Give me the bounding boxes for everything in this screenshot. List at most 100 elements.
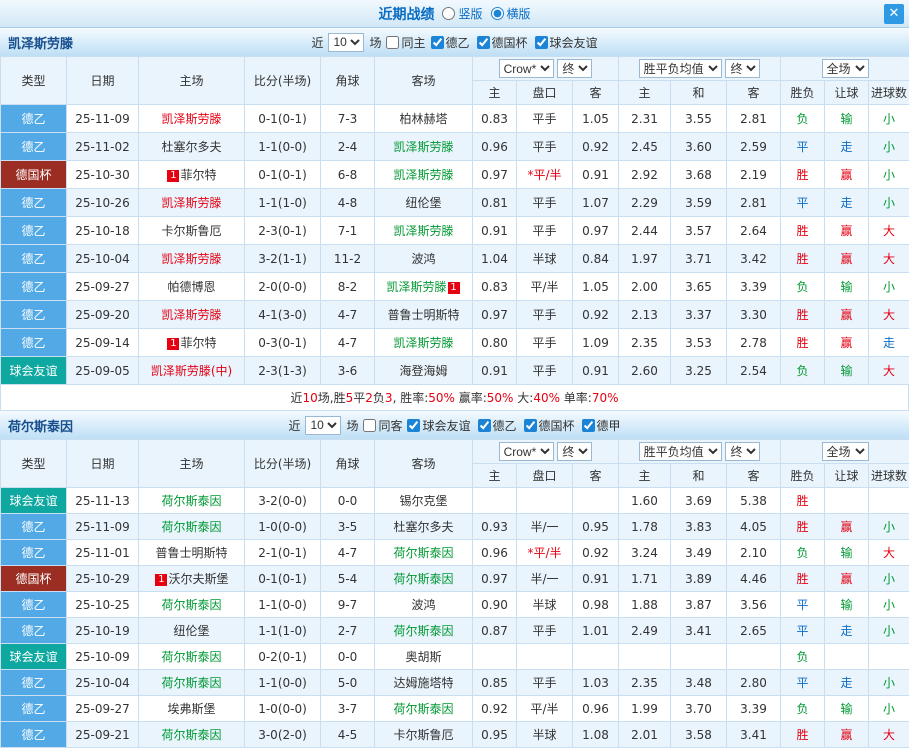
home-team-cell[interactable]: 凯泽斯劳滕 (138, 188, 245, 217)
home-team-cell[interactable]: 凯泽斯劳滕 (138, 300, 245, 329)
score-cell: 3-0(2-0) (244, 721, 321, 748)
horizontal-radio[interactable] (490, 7, 504, 20)
home-team-cell[interactable]: 杜塞尔多夫 (138, 132, 245, 161)
odds-home-cell: 0.96 (472, 132, 517, 161)
home-team-cell[interactable]: 1 菲尔特 (138, 160, 245, 189)
league-filter[interactable]: 德国杯 (523, 417, 575, 434)
away-team-cell[interactable]: 卡尔斯鲁厄 (374, 721, 473, 748)
goals-result-cell: 小 (868, 695, 909, 722)
match-type-cell: 德乙 (0, 695, 67, 722)
league-filter[interactable]: 德乙 (430, 34, 470, 51)
home-team-cell[interactable]: 1 沃尔夫斯堡 (138, 565, 245, 592)
avg-select[interactable]: 胜平负均值 (638, 442, 722, 461)
home-team-cell[interactable]: 卡尔斯鲁厄 (138, 216, 245, 245)
home-team-cell[interactable]: 荷尔斯泰因 (138, 591, 245, 618)
away-team-cell[interactable]: 普鲁士明斯特 (374, 300, 473, 329)
home-team-cell[interactable]: 凯泽斯劳滕(中) (138, 356, 245, 385)
layout-option-horizontal[interactable]: 横版 (490, 5, 531, 22)
avg-time-select[interactable]: 终 (725, 442, 761, 461)
home-team-cell[interactable]: 普鲁士明斯特 (138, 539, 245, 566)
away-team-cell[interactable]: 纽伦堡 (374, 188, 473, 217)
league-checkbox[interactable] (430, 35, 444, 49)
odds-home-cell: 0.90 (472, 591, 517, 618)
away-team-cell[interactable]: 凯泽斯劳滕 (374, 216, 473, 245)
bookmaker-select[interactable]: Crow* (498, 59, 554, 78)
col-odds-home: 主 (472, 80, 517, 105)
league-filter[interactable]: 德乙 (477, 417, 517, 434)
score-cell: 0-1(0-1) (244, 565, 321, 592)
home-team-cell[interactable]: 荷尔斯泰因 (138, 669, 245, 696)
league-filter[interactable]: 球会友谊 (534, 34, 598, 51)
league-checkbox[interactable] (581, 418, 595, 432)
odds-away-cell: 0.92 (571, 300, 620, 329)
away-team-name: 凯泽斯劳滕 (393, 168, 454, 182)
away-team-cell[interactable]: 波鸿 (374, 591, 473, 618)
away-team-cell[interactable]: 锡尔克堡 (374, 487, 473, 514)
away-team-cell[interactable]: 荷尔斯泰因 (374, 539, 473, 566)
match-date-cell: 25-11-02 (66, 132, 139, 161)
home-team-cell[interactable]: 1 菲尔特 (138, 328, 245, 357)
home-team-cell[interactable]: 荷尔斯泰因 (138, 643, 245, 670)
home-team-cell[interactable]: 埃弗斯堡 (138, 695, 245, 722)
odds-time-select[interactable]: 终 (557, 442, 593, 461)
close-button[interactable]: ✕ (884, 4, 904, 24)
home-team-cell[interactable]: 纽伦堡 (138, 617, 245, 644)
league-checkbox[interactable] (477, 418, 491, 432)
home-team-cell[interactable]: 凯泽斯劳滕 (138, 104, 245, 133)
away-team-cell[interactable]: 奥胡斯 (374, 643, 473, 670)
result-cell: 胜 (780, 565, 826, 592)
away-team-cell[interactable]: 荷尔斯泰因 (374, 617, 473, 644)
odds-time-select[interactable]: 终 (557, 59, 593, 78)
match-row: 德乙 25-09-14 1 菲尔特 0-3(0-1) 4-7 凯泽斯劳滕 0.80 平手 1.09… (0, 328, 909, 357)
avg-select[interactable]: 胜平负均值 (638, 59, 722, 78)
section-kaiserslautern: 凯泽斯劳滕 近 10 场 同主 德乙 德国杯 球会友谊 类型 日期 主场 比分(… (0, 28, 909, 411)
league-checkbox[interactable] (523, 418, 537, 432)
vertical-radio[interactable] (442, 7, 456, 20)
corner-cell: 7-3 (320, 104, 375, 133)
away-team-cell[interactable]: 荷尔斯泰因 (374, 565, 473, 592)
odds-away-cell: 1.07 (571, 188, 620, 217)
scope-select[interactable]: 全场 (821, 442, 869, 461)
league-filter[interactable]: 德国杯 (476, 34, 528, 51)
scope-select[interactable]: 全场 (821, 59, 869, 78)
away-team-cell[interactable]: 海登海姆 (374, 356, 473, 385)
handicap-result-cell: 输 (824, 539, 870, 566)
layout-option-vertical[interactable]: 竖版 (442, 5, 483, 22)
same-venue-checkbox[interactable] (386, 35, 400, 49)
away-team-cell[interactable]: 凯泽斯劳滕 (374, 160, 473, 189)
league-checkbox[interactable] (407, 418, 421, 432)
handicap-cell: 平手 (516, 104, 573, 133)
same-venue-filter[interactable]: 同客 (363, 417, 402, 434)
avg-away-cell: 2.19 (726, 160, 782, 189)
away-team-cell[interactable]: 凯泽斯劳滕 1 (374, 272, 473, 301)
home-team-cell[interactable]: 荷尔斯泰因 (138, 721, 245, 748)
same-venue-filter[interactable]: 同主 (386, 34, 426, 51)
league-checkbox[interactable] (476, 35, 490, 49)
home-team-cell[interactable]: 帕德博恩 (138, 272, 245, 301)
away-team-cell[interactable]: 波鸿 (374, 244, 473, 273)
match-date-cell: 25-11-13 (66, 487, 139, 514)
col-result: 胜负 (780, 463, 826, 488)
home-team-cell[interactable]: 凯泽斯劳滕 (138, 244, 245, 273)
odds-away-cell: 0.91 (571, 356, 620, 385)
avg-time-select[interactable]: 终 (725, 59, 761, 78)
match-count-select[interactable]: 10 (328, 32, 365, 52)
league-filter[interactable]: 德甲 (581, 417, 621, 434)
match-type-cell: 德乙 (0, 591, 67, 618)
same-venue-checkbox[interactable] (363, 418, 377, 432)
avg-home-cell: 2.44 (618, 216, 672, 245)
bookmaker-select[interactable]: Crow* (498, 442, 554, 461)
home-team-cell[interactable]: 荷尔斯泰因 (138, 487, 245, 514)
away-team-cell[interactable]: 凯泽斯劳滕 (374, 132, 473, 161)
away-team-cell[interactable]: 荷尔斯泰因 (374, 695, 473, 722)
away-team-cell[interactable]: 杜塞尔多夫 (374, 513, 473, 540)
avg-home-cell: 2.35 (618, 328, 672, 357)
away-team-cell[interactable]: 达姆施塔特 (374, 669, 473, 696)
match-count-select[interactable]: 10 (305, 415, 342, 435)
away-team-cell[interactable]: 凯泽斯劳滕 (374, 328, 473, 357)
home-team-cell[interactable]: 荷尔斯泰因 (138, 513, 245, 540)
league-checkbox[interactable] (534, 35, 548, 49)
league-filter[interactable]: 球会友谊 (407, 417, 471, 434)
away-team-cell[interactable]: 柏林赫塔 (374, 104, 473, 133)
odds-away-cell: 0.92 (571, 132, 620, 161)
